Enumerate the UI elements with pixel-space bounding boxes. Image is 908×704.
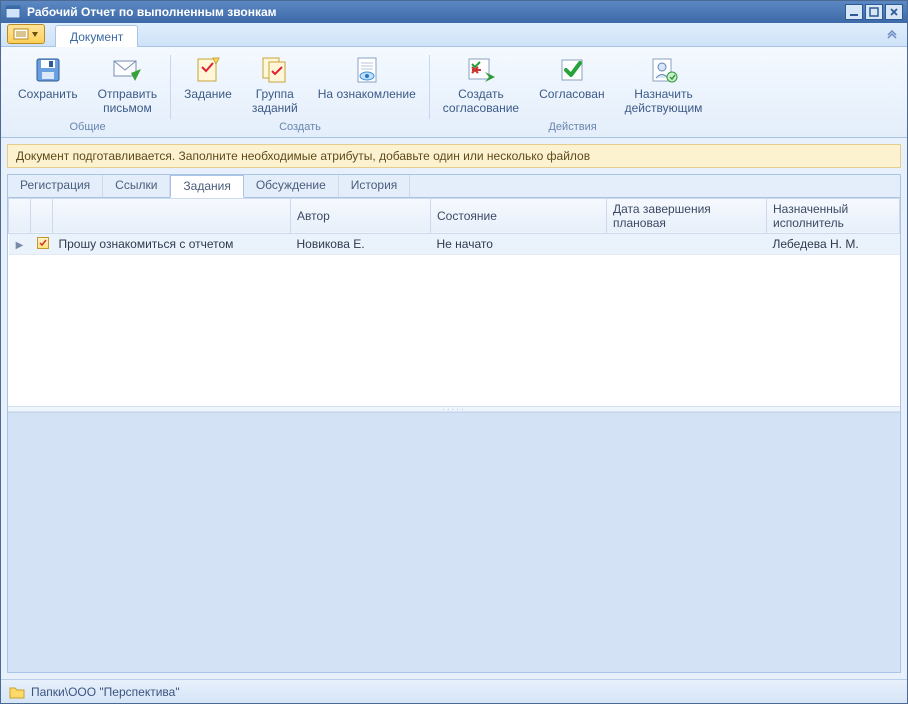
- column-header-author[interactable]: Автор: [291, 198, 431, 233]
- review-icon: [351, 54, 383, 86]
- window-title: Рабочий Отчет по выполненным звонкам: [27, 5, 845, 19]
- save-button[interactable]: Сохранить: [11, 51, 85, 119]
- ribbon-item-label: Создатьсогласование: [443, 88, 519, 116]
- cell-task: Прошу ознакомиться с отчетом: [53, 233, 291, 254]
- folder-icon: [9, 685, 25, 699]
- tab-label: Задания: [183, 179, 230, 193]
- content-area: Регистрация Ссылки Задания Обсуждение Ис…: [7, 174, 901, 673]
- column-header-check[interactable]: [31, 198, 53, 233]
- quick-access-button[interactable]: [7, 24, 45, 44]
- lower-pane: [8, 412, 900, 672]
- create-approval-icon: [465, 54, 497, 86]
- tab-registration[interactable]: Регистрация: [8, 175, 103, 197]
- assign-active-button[interactable]: Назначитьдействующим: [618, 51, 710, 119]
- expand-icon[interactable]: ▶: [16, 240, 24, 251]
- ribbon-group-caption: Создать: [279, 119, 321, 137]
- ribbon-tabstrip: Документ: [1, 23, 907, 47]
- ribbon-group-caption: Общие: [69, 119, 105, 137]
- ribbon-collapse-icon[interactable]: [885, 27, 899, 42]
- ribbon-group-actions: Создатьсогласование Согласован Назначить…: [432, 51, 714, 137]
- ribbon-item-label: Задание: [184, 88, 232, 102]
- tab-discussion[interactable]: Обсуждение: [244, 175, 339, 197]
- approved-icon: [556, 54, 588, 86]
- ribbon-tab-document[interactable]: Документ: [55, 25, 138, 47]
- assign-active-icon: [648, 54, 680, 86]
- ribbon-group-common: Сохранить Отправитьписьмом Общие: [7, 51, 168, 137]
- ribbon-item-label: Назначитьдействующим: [625, 88, 703, 116]
- column-header-assignee[interactable]: Назначенный исполнитель: [767, 198, 900, 233]
- ribbon: Сохранить Отправитьписьмом Общие: [1, 47, 907, 138]
- table-row[interactable]: ▶ Прошу ознакомиться с отчетом Новикова …: [9, 233, 900, 254]
- new-task-group-button[interactable]: Группазаданий: [245, 51, 305, 119]
- tab-label: Регистрация: [20, 178, 90, 192]
- tab-label: История: [351, 178, 398, 192]
- cell-due: [607, 233, 767, 254]
- ribbon-group-create: Задание Группазаданий На ознакомление: [173, 51, 427, 137]
- approved-button[interactable]: Согласован: [532, 51, 611, 119]
- tab-history[interactable]: История: [339, 175, 411, 197]
- column-header-status[interactable]: Состояние: [431, 198, 607, 233]
- status-bar: Папки\ООО "Перспектива": [1, 679, 907, 703]
- cell-status: Не начато: [431, 233, 607, 254]
- window-controls: [845, 4, 903, 20]
- info-banner: Документ подготавливается. Заполните нео…: [7, 144, 901, 168]
- tab-label: Обсуждение: [256, 178, 326, 192]
- tab-tasks[interactable]: Задания: [170, 175, 243, 198]
- column-header-task[interactable]: [53, 198, 291, 233]
- ribbon-item-label: Группазаданий: [252, 88, 298, 116]
- status-path: Папки\ООО "Перспектива": [31, 685, 180, 699]
- save-icon: [32, 54, 64, 86]
- tasks-grid: Автор Состояние Дата завершения плановая…: [8, 198, 900, 255]
- task-icon: [192, 54, 224, 86]
- cell-author: Новикова Е.: [291, 233, 431, 254]
- title-bar: Рабочий Отчет по выполненным звонкам: [1, 1, 907, 23]
- grid-empty-area: [8, 255, 900, 406]
- ribbon-item-label: Сохранить: [18, 88, 78, 102]
- for-review-button[interactable]: На ознакомление: [311, 51, 423, 119]
- ribbon-item-label: На ознакомление: [318, 88, 416, 102]
- task-group-icon: [259, 54, 291, 86]
- new-task-button[interactable]: Задание: [177, 51, 239, 119]
- column-header-expander[interactable]: [9, 198, 31, 233]
- close-button[interactable]: [885, 4, 903, 20]
- ribbon-separator: [429, 55, 430, 119]
- tab-links[interactable]: Ссылки: [103, 175, 170, 197]
- ribbon-item-label: Согласован: [539, 88, 604, 102]
- task-check-icon: [37, 237, 49, 249]
- grid-header-row: Автор Состояние Дата завершения плановая…: [9, 198, 900, 233]
- column-header-due[interactable]: Дата завершения плановая: [607, 198, 767, 233]
- ribbon-group-caption: Действия: [548, 119, 596, 137]
- create-approval-button[interactable]: Создатьсогласование: [436, 51, 526, 119]
- ribbon-separator: [170, 55, 171, 119]
- send-email-icon: [111, 54, 143, 86]
- secondary-tabs: Регистрация Ссылки Задания Обсуждение Ис…: [8, 175, 900, 198]
- window: Рабочий Отчет по выполненным звонкам Док…: [0, 0, 908, 704]
- cell-assignee: Лебедева Н. М.: [767, 233, 900, 254]
- tab-label: Ссылки: [115, 178, 157, 192]
- maximize-button[interactable]: [865, 4, 883, 20]
- send-email-button[interactable]: Отправитьписьмом: [91, 51, 165, 119]
- minimize-button[interactable]: [845, 4, 863, 20]
- app-icon: [5, 4, 21, 20]
- ribbon-item-label: Отправитьписьмом: [98, 88, 158, 116]
- ribbon-tab-label: Документ: [70, 30, 123, 44]
